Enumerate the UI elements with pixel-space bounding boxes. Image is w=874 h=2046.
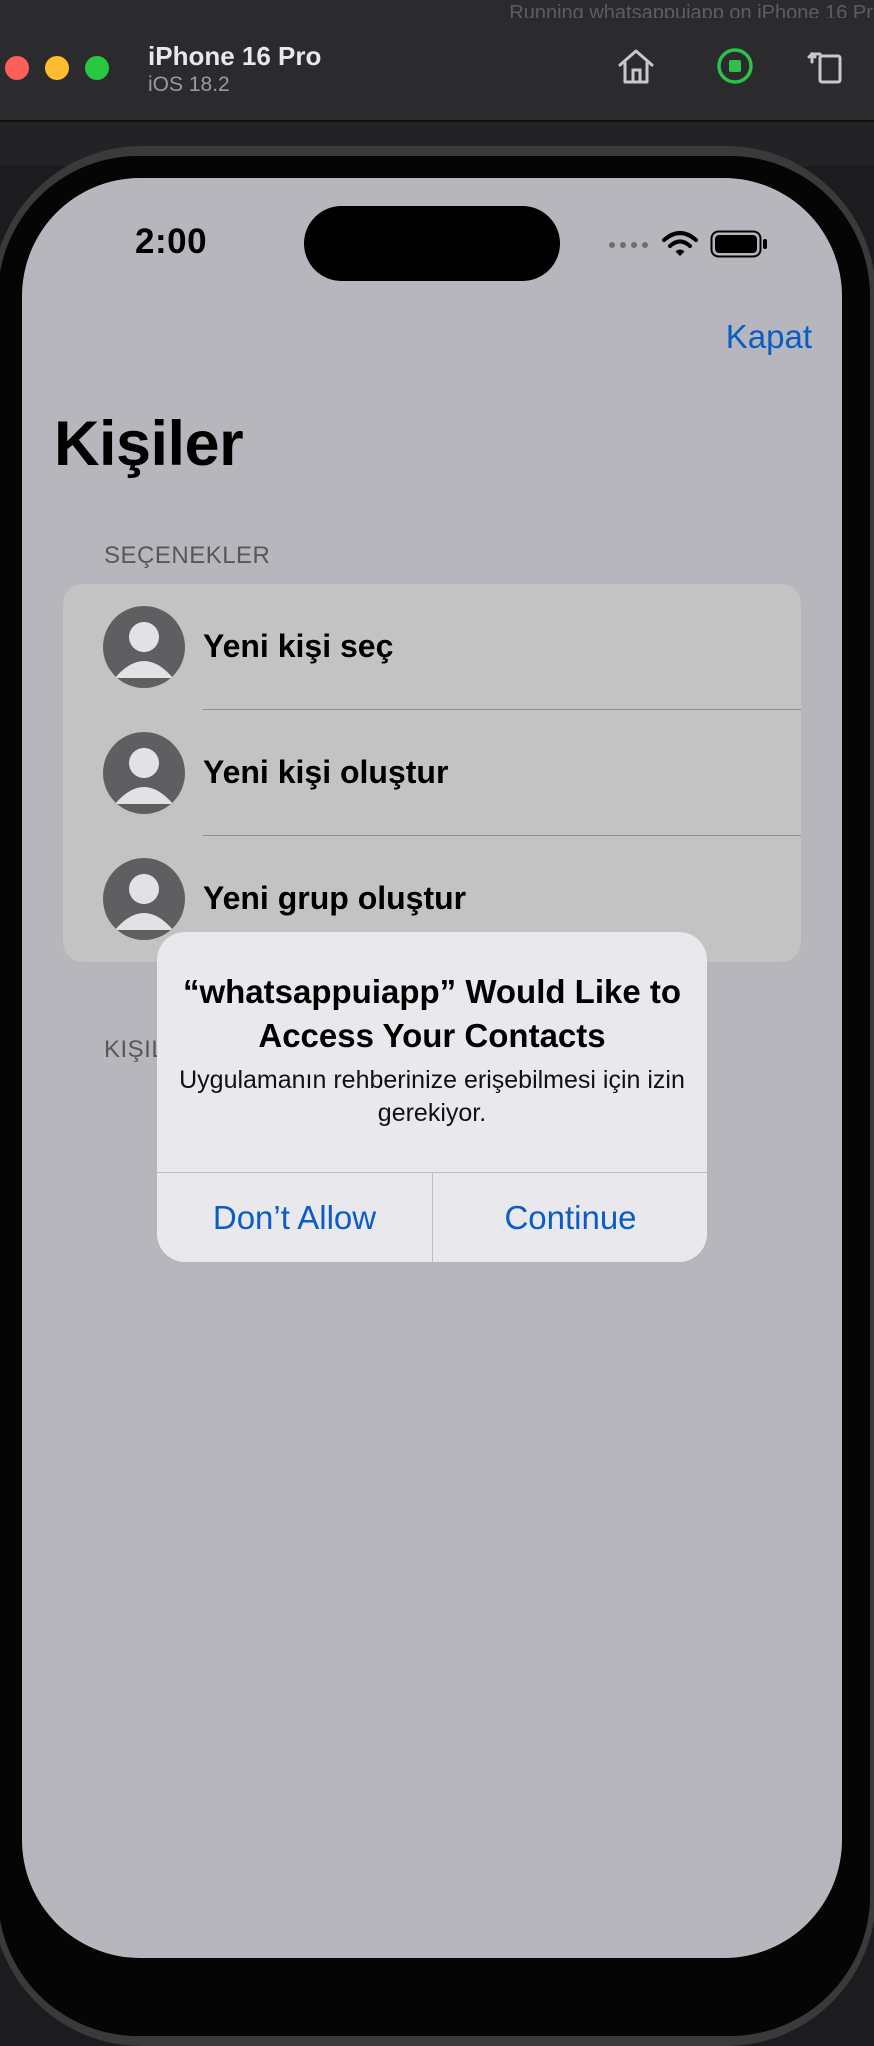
option-select-contact[interactable]: Yeni kişi seç (63, 584, 801, 710)
window-minimize-button[interactable] (45, 56, 69, 80)
os-version: iOS 18.2 (148, 73, 230, 96)
home-icon (618, 49, 654, 84)
device-name: iPhone 16 Pro (148, 41, 322, 71)
device-screen: 2:00 Kapat Kişiler SEÇENEKLER Yeni kişi … (22, 178, 842, 1958)
alert-title: “whatsappuiapp” Would Like to Access You… (182, 973, 682, 1054)
person-icon (103, 732, 185, 814)
running-status-text: Running whatsappuiapp on iPhone 16 Pro (509, 2, 874, 18)
rotate-icon (807, 51, 842, 84)
home-button[interactable] (614, 44, 658, 88)
options-card: Yeni kişi seç Yeni kişi oluştur Yeni gru… (63, 584, 801, 962)
close-button[interactable]: Kapat (726, 318, 812, 356)
option-label: Yeni kişi oluştur (203, 754, 449, 790)
battery-icon (710, 230, 767, 258)
option-label: Yeni kişi seç (203, 628, 394, 664)
person-icon (103, 858, 185, 940)
rotate-button[interactable] (804, 44, 848, 88)
wifi-icon (662, 231, 698, 256)
continue-button[interactable]: Continue (433, 1173, 707, 1262)
option-create-contact[interactable]: Yeni kişi oluştur (63, 710, 801, 836)
stop-button[interactable] (713, 44, 757, 88)
page-title: Kişiler (54, 409, 244, 479)
cellular-icon (609, 242, 648, 248)
status-icons (608, 230, 768, 258)
option-label: Yeni grup oluştur (203, 880, 467, 916)
stop-icon (717, 48, 753, 84)
permission-alert: “whatsappuiapp” Would Like to Access You… (157, 932, 707, 1262)
person-icon (103, 606, 185, 688)
status-time: 2:00 (135, 222, 208, 261)
options-section-header: SEÇENEKLER (104, 542, 271, 569)
dont-allow-button[interactable]: Don’t Allow (157, 1173, 432, 1262)
dynamic-island (304, 206, 560, 281)
alert-message: Uygulamanın rehberinize erişebilmesi içi… (179, 1066, 685, 1127)
window-close-button[interactable] (5, 56, 29, 80)
window-zoom-button[interactable] (85, 56, 109, 80)
simulator-titlebar: Running whatsappuiapp on iPhone 16 Pro i… (0, 0, 874, 122)
